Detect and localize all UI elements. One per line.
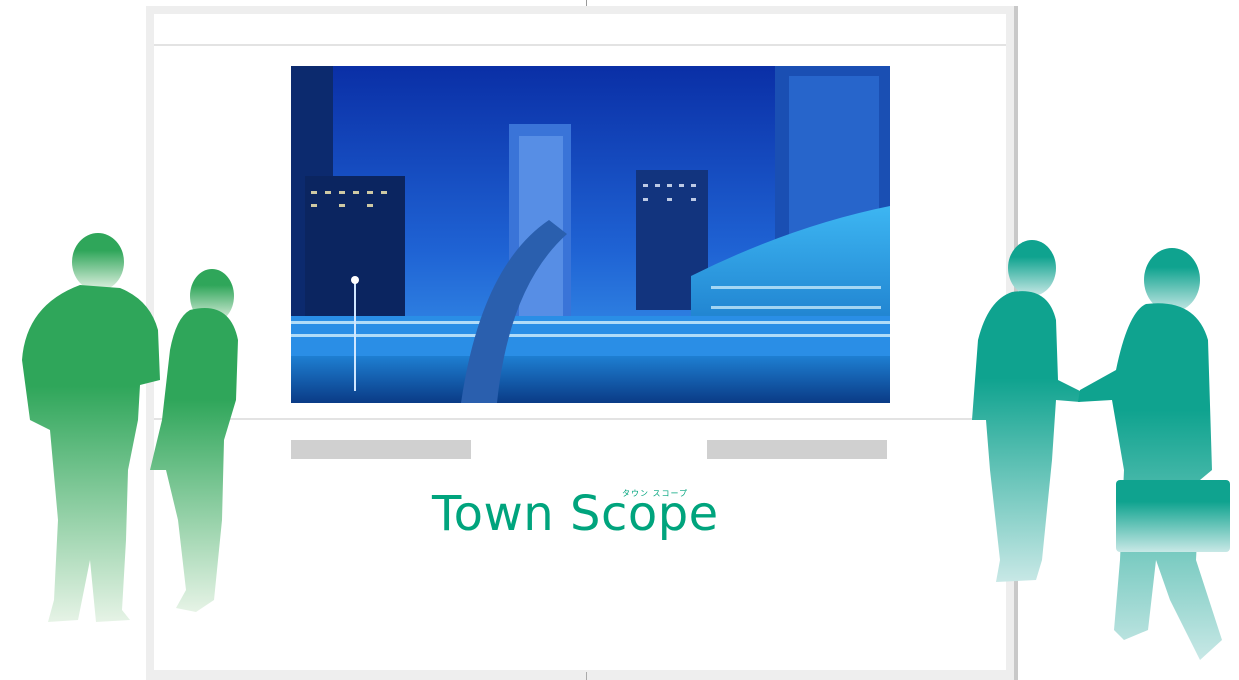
- people-talking-silhouette: [22, 233, 238, 622]
- top-divider: [154, 44, 1006, 46]
- businessmen-handshake-silhouette: [972, 240, 1230, 660]
- bottom-tick-mark: [586, 672, 587, 680]
- city-night-photo-drawing: [291, 66, 890, 403]
- caption-bar-left: [291, 440, 471, 459]
- caption-bar-right: [707, 440, 887, 459]
- town-scope-logo: Town Scope: [432, 486, 719, 542]
- middle-divider: [154, 418, 1006, 420]
- city-night-photo: [291, 66, 890, 403]
